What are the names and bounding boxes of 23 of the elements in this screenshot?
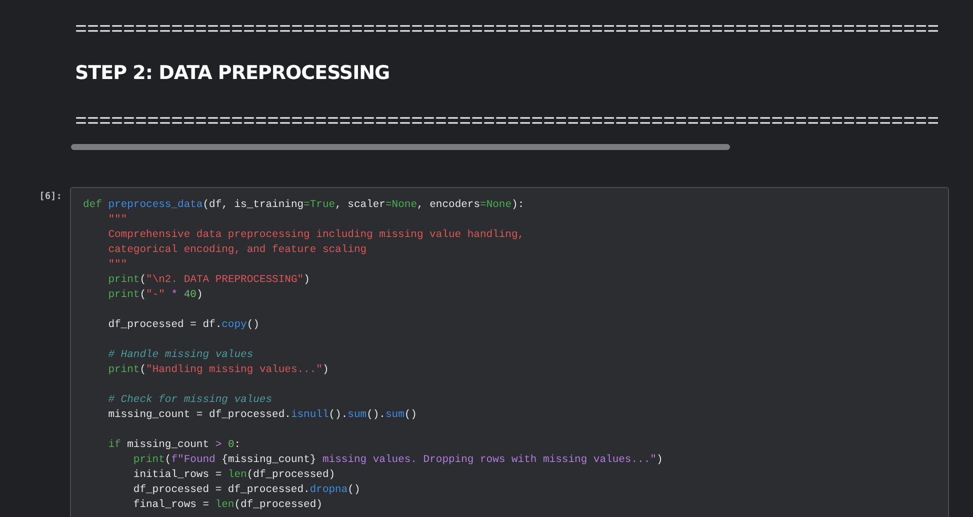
code-line: print("-" * 40) <box>107 288 204 303</box>
code-line: """ <box>107 258 128 273</box>
code-line: print("Handling missing values...") <box>107 363 330 378</box>
code-line: def preprocess_data(df, is_training=True, scaler=None, encoders=None): <box>83 198 526 213</box>
separator-text: ======================================================================== <box>75 18 940 44</box>
code-line: print(f"Found {missing_count} missing values. Dropping rows with missing values...") <box>132 453 664 468</box>
code-cell[interactable] <box>70 187 949 517</box>
code-line: # Handle missing values <box>107 348 254 363</box>
execution-count: [6]: <box>38 190 63 204</box>
separator-text: ======================================================================== <box>75 110 940 136</box>
code-line: print("\n2. DATA PREPROCESSING") <box>107 273 311 288</box>
section-heading: STEP 2: DATA PREPROCESSING <box>75 62 391 84</box>
code-line: initial_rows = len(df_processed) <box>132 468 336 483</box>
code-line: if missing_count > 0: <box>107 438 242 453</box>
code-line: # Check for missing values <box>107 393 274 408</box>
code-line: categorical encoding, and feature scaling <box>107 243 368 258</box>
code-line: df_processed = df_processed.dropna() <box>132 483 362 498</box>
code-line: missing_count = df_processed.isnull().sum().sum() <box>107 408 418 423</box>
code-line: final_rows = len(df_processed) <box>132 498 324 513</box>
horizontal-scrollbar[interactable] <box>71 144 730 150</box>
code-line: """ <box>107 213 128 228</box>
code-line: Comprehensive data preprocessing including missing value handling, <box>107 228 526 243</box>
code-line: df_processed = df.copy() <box>107 318 260 333</box>
